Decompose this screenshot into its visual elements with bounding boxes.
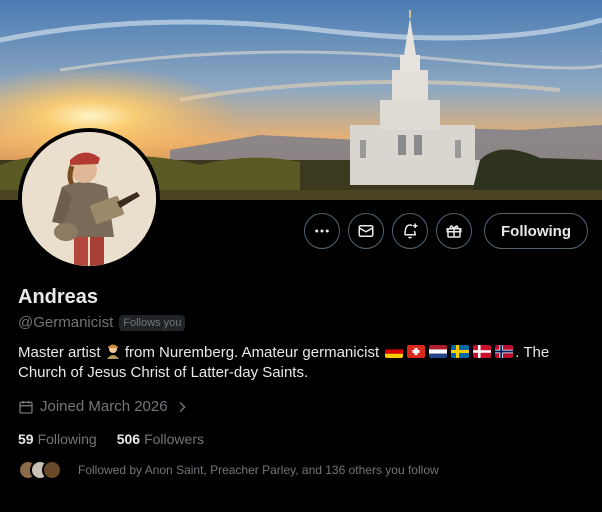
following-label: Following bbox=[37, 431, 97, 447]
followers-label: Followers bbox=[144, 431, 204, 447]
mutual-avatar bbox=[42, 460, 62, 480]
netherlands-flag-icon bbox=[429, 345, 448, 358]
more-button[interactable] bbox=[304, 213, 340, 249]
following-button[interactable]: Following bbox=[484, 213, 588, 249]
followers-count-link[interactable]: 506 Followers bbox=[117, 431, 204, 447]
follow-counts: 59 Following 506 Followers bbox=[18, 431, 204, 447]
more-icon bbox=[315, 229, 329, 233]
followed-by-text: Followed by Anon Saint, Preacher Parley,… bbox=[78, 463, 439, 477]
bio-text-1: Master artist bbox=[18, 344, 105, 361]
norway-flag-icon bbox=[495, 345, 514, 358]
calendar-icon bbox=[19, 400, 33, 414]
joined-row[interactable]: Joined March 2026 bbox=[18, 398, 190, 415]
chevron-right-icon bbox=[179, 401, 186, 412]
avatar[interactable] bbox=[22, 132, 156, 266]
joined-date: Joined March 2026 bbox=[40, 398, 168, 415]
follows-you-badge: Follows you bbox=[119, 314, 186, 331]
handle-row: @Germanicist Follows you bbox=[18, 314, 186, 331]
display-name: Andreas bbox=[18, 286, 99, 308]
switzerland-flag-icon bbox=[407, 345, 426, 358]
followed-by-row[interactable]: Followed by Anon Saint, Preacher Parley,… bbox=[18, 460, 439, 480]
message-button[interactable] bbox=[348, 213, 384, 249]
following-count-link[interactable]: 59 Following bbox=[18, 431, 97, 447]
germany-flag-icon bbox=[385, 345, 404, 358]
profile-actions: Following bbox=[304, 213, 588, 249]
followers-count: 506 bbox=[116, 431, 141, 447]
sweden-flag-icon bbox=[451, 345, 470, 358]
mail-icon bbox=[358, 225, 374, 237]
bell-plus-icon bbox=[404, 223, 418, 239]
handle: @Germanicist bbox=[18, 314, 114, 331]
avatar-frame[interactable] bbox=[18, 128, 160, 270]
mutual-avatars bbox=[18, 460, 62, 480]
following-count: 59 bbox=[18, 431, 34, 447]
bio-text-2: from Nuremberg. Amateur germanicist bbox=[120, 344, 384, 361]
gift-button[interactable] bbox=[436, 213, 472, 249]
notifications-button[interactable] bbox=[392, 213, 428, 249]
gift-icon bbox=[446, 225, 462, 238]
artist-emoji-icon bbox=[105, 343, 121, 359]
bio: Master artist from Nuremberg. Amateur ge… bbox=[18, 343, 588, 383]
denmark-flag-icon bbox=[473, 345, 492, 358]
